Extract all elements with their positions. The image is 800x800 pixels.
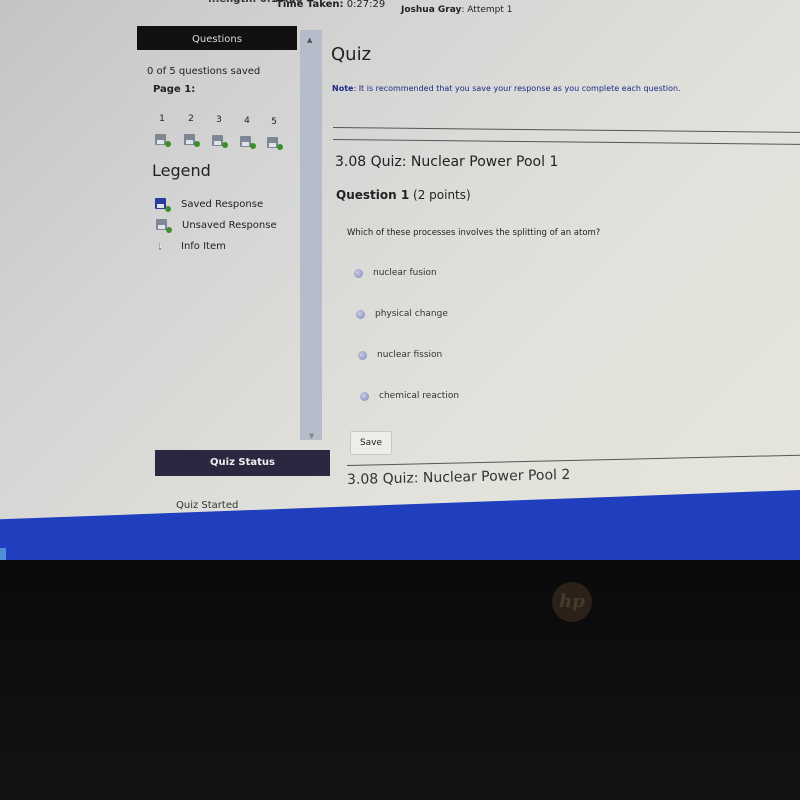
answer-option-physical-change[interactable]: physical change [356, 309, 448, 319]
note-label: Note [332, 84, 354, 93]
answer-option-chemical-reaction[interactable]: chemical reaction [360, 391, 459, 401]
browser-screen: ...ength: 0:10:00 Time Taken: 0:27:29 Jo… [0, 0, 800, 552]
questions-header: Questions [137, 26, 297, 50]
option-label: nuclear fission [377, 350, 443, 360]
question-prompt: Which of these processes involves the sp… [347, 228, 601, 238]
radio-button[interactable] [354, 268, 363, 278]
note-text: : It is recommended that you save your r… [353, 84, 681, 93]
legend-item-saved: Saved Response [155, 198, 264, 212]
question-number: 5 [271, 117, 277, 127]
unsaved-response-icon [267, 137, 283, 150]
question-nav-item[interactable]: 1 [152, 114, 172, 152]
scroll-up-arrow-icon[interactable]: ▲ [307, 36, 312, 44]
question-points: (2 points) [413, 188, 471, 202]
time-taken: Time Taken: 0:27:29 [276, 0, 385, 10]
question-label: Question 1 [336, 188, 410, 202]
scroll-down-arrow-icon[interactable]: ▼ [309, 432, 314, 440]
questions-sidebar: Questions ▲ ▼ 0 of 5 questions saved Pag… [137, 26, 325, 440]
option-label: physical change [375, 309, 448, 319]
unsaved-response-icon [240, 136, 256, 149]
time-taken-value: 0:27:29 [346, 0, 386, 10]
saved-response-icon [155, 198, 171, 212]
section-title: 3.08 Quiz: Nuclear Power Pool 2 [346, 466, 571, 488]
question-number: 2 [188, 114, 194, 124]
legend-label: Unsaved Response [182, 220, 277, 231]
question-number: 1 [159, 114, 165, 124]
radio-button[interactable] [356, 309, 365, 319]
sidebar-scrollbar[interactable]: ▲ ▼ [300, 30, 322, 440]
page-label: Page 1: [153, 84, 196, 95]
legend-item-info: i Info Item [159, 240, 226, 253]
unsaved-response-icon [155, 134, 171, 147]
question-nav-item[interactable]: 5 [264, 117, 284, 155]
radio-button[interactable] [360, 391, 369, 401]
hp-logo-icon: hp [552, 582, 592, 622]
info-icon: i [159, 242, 162, 250]
save-button[interactable]: Save [350, 431, 392, 455]
unsaved-response-icon [184, 134, 200, 147]
question-heading: Question 1 (2 points) [336, 188, 471, 202]
questions-saved-count: 0 of 5 questions saved [147, 66, 261, 77]
answer-option-nuclear-fusion[interactable]: nuclear fusion [354, 268, 437, 278]
save-note: Note: It is recommended that you save yo… [332, 84, 681, 93]
attempt-label: : Attempt 1 [461, 5, 513, 15]
legend-title: Legend [152, 161, 211, 180]
option-label: chemical reaction [379, 391, 460, 401]
radio-button[interactable] [358, 350, 367, 360]
answer-option-nuclear-fission[interactable]: nuclear fission [358, 350, 442, 360]
legend-item-unsaved: Unsaved Response [156, 219, 277, 233]
time-taken-label: Time Taken: [276, 0, 344, 10]
question-nav-item[interactable]: 4 [237, 116, 257, 154]
section-title: 3.08 Quiz: Nuclear Power Pool 1 [335, 154, 559, 170]
question-number: 4 [244, 116, 250, 126]
monitor-bezel [0, 560, 800, 800]
option-label: nuclear fusion [373, 268, 437, 278]
quiz-info-bar: ...ength: 0:10:00 Time Taken: 0:27:29 Jo… [0, 0, 800, 20]
legend-label: Saved Response [181, 199, 264, 210]
quiz-status-header: Quiz Status [155, 450, 330, 476]
question-number: 3 [216, 115, 222, 125]
user-attempt: Joshua Gray: Attempt 1 [401, 5, 513, 15]
user-name: Joshua Gray [401, 5, 462, 15]
page-title: Quiz [331, 44, 372, 65]
divider [332, 127, 800, 133]
divider [346, 454, 800, 466]
legend-label: Info Item [181, 241, 226, 252]
question-nav-item[interactable]: 2 [181, 114, 201, 152]
unsaved-response-icon [156, 219, 172, 233]
divider [332, 139, 800, 145]
quiz-status-text: Quiz Started [176, 500, 239, 511]
unsaved-response-icon [212, 135, 228, 148]
question-nav-item[interactable]: 3 [209, 115, 229, 153]
